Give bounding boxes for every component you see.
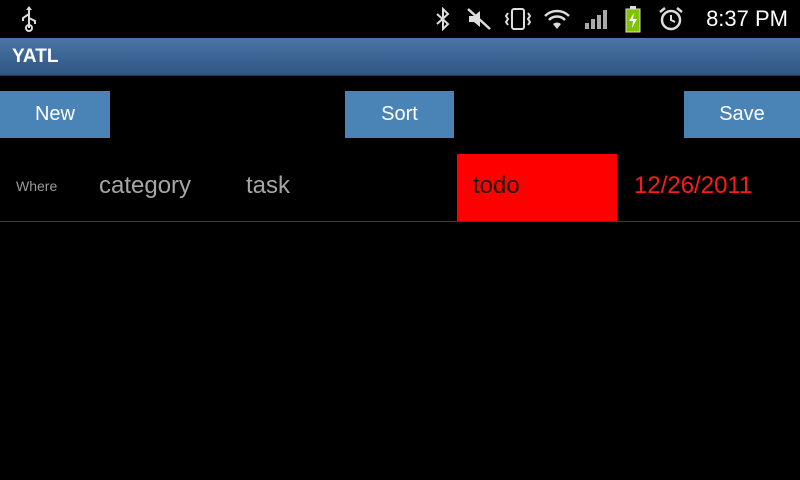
clock-time: 8:37 PM xyxy=(706,6,788,31)
alarm-icon xyxy=(658,0,684,38)
new-button[interactable]: New xyxy=(0,91,110,138)
app-title-bar: YATL xyxy=(0,38,800,76)
task-date[interactable]: 12/26/2011 xyxy=(634,154,752,221)
app-title: YATL xyxy=(12,46,59,67)
wifi-icon xyxy=(542,0,572,38)
status-bar: 8:37 PM xyxy=(0,0,800,38)
vibrate-icon xyxy=(502,0,534,38)
task-name[interactable]: task xyxy=(246,154,290,221)
usb-icon xyxy=(18,0,40,38)
sort-button[interactable]: Sort xyxy=(345,91,454,138)
task-row[interactable]: Where category task todo 12/26/2011 xyxy=(0,154,800,222)
row-divider xyxy=(0,221,800,222)
task-status[interactable]: todo xyxy=(457,154,617,221)
battery-charging-icon xyxy=(622,0,644,38)
task-where[interactable]: Where xyxy=(16,154,57,221)
signal-icon xyxy=(582,0,610,38)
mute-icon xyxy=(465,0,493,38)
save-button[interactable]: Save xyxy=(684,91,800,138)
bluetooth-icon xyxy=(433,0,453,38)
task-category[interactable]: category xyxy=(99,154,191,221)
